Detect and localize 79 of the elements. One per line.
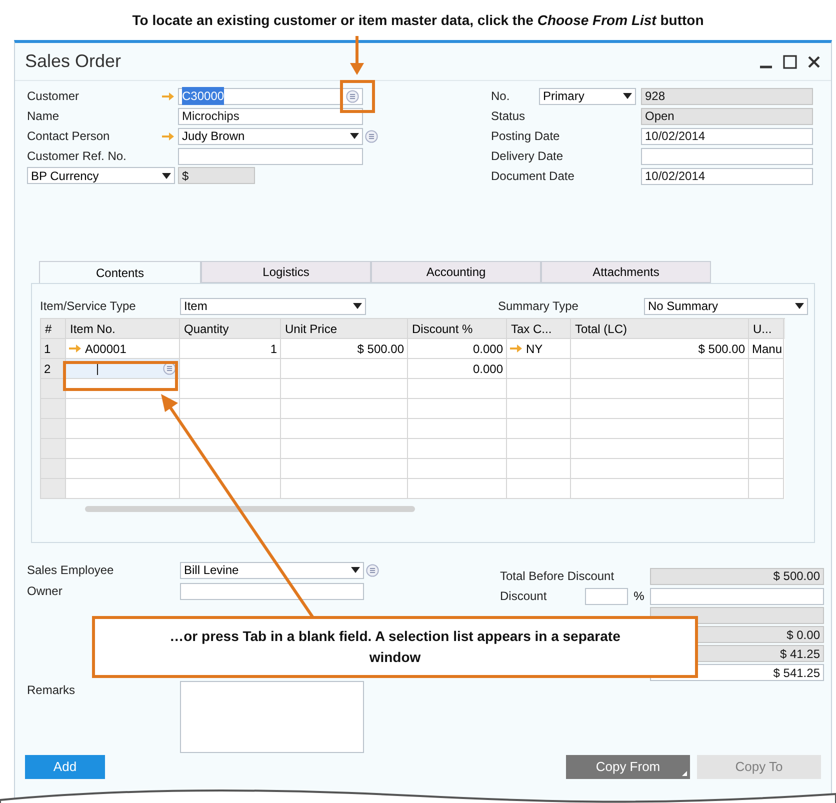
link-arrow-icon[interactable]: [162, 132, 174, 140]
table-cell: 1: [180, 339, 281, 359]
column-header[interactable]: Quantity: [180, 319, 281, 339]
customer-ref-field[interactable]: [178, 148, 363, 164]
window-title: Sales Order: [25, 50, 122, 73]
scrollbar[interactable]: [85, 506, 415, 512]
date-field[interactable]: 10/02/2014: [641, 168, 813, 184]
discount-field[interactable]: [650, 588, 824, 604]
tax-code-cell: NY: [507, 339, 571, 359]
choose-from-list-icon[interactable]: [366, 564, 379, 576]
field-label: Sales Employee: [27, 562, 115, 579]
sales-employee-dropdown[interactable]: Bill Levine: [180, 562, 364, 578]
action-button[interactable]: Copy From: [566, 755, 690, 779]
caret-icon: [353, 303, 362, 309]
table-cell: 1: [41, 339, 66, 359]
name-field[interactable]: Microchips: [178, 108, 363, 124]
link-arrow-icon[interactable]: [69, 344, 81, 353]
column-header[interactable]: U...: [749, 319, 784, 339]
field-label: Delivery Date: [491, 148, 564, 165]
field-label: Owner: [27, 583, 64, 600]
link-arrow-icon[interactable]: [162, 92, 174, 100]
customer-field[interactable]: C30000: [178, 88, 363, 104]
table-cell: Manu: [749, 339, 784, 359]
text-cursor: [97, 362, 98, 375]
field-label: Contact Person: [27, 128, 111, 145]
field-label: Document Date: [491, 168, 576, 185]
table-cell: 0.000: [408, 339, 507, 359]
tab[interactable]: Contents: [39, 261, 201, 283]
tab[interactable]: Attachments: [541, 261, 711, 283]
highlight-frame: [340, 80, 375, 113]
field-label: Total Before Discount: [500, 568, 616, 585]
caret-icon: [350, 133, 359, 139]
field-label: Summary Type: [498, 298, 580, 315]
choose-from-list-icon[interactable]: [346, 90, 359, 102]
field-label: Name: [27, 108, 60, 125]
tab[interactable]: Logistics: [201, 261, 371, 283]
contact-dropdown[interactable]: Judy Brown: [178, 128, 363, 144]
close-icon[interactable]: [807, 54, 821, 68]
caret-icon: [623, 93, 632, 99]
caret-icon: [795, 303, 804, 309]
currency-field[interactable]: $: [178, 167, 255, 184]
total-field[interactable]: $ 500.00: [650, 568, 824, 584]
column-header[interactable]: Item No.: [66, 319, 180, 339]
caret-icon: [351, 567, 360, 573]
column-header[interactable]: Total (LC): [571, 319, 749, 339]
status-field[interactable]: Open: [641, 108, 813, 124]
instruction-text: To locate an existing customer or item master data, click the Choose From List button: [132, 10, 704, 30]
owner-field[interactable]: [180, 582, 364, 600]
field-label: No.: [491, 88, 511, 105]
column-header[interactable]: Discount %: [408, 319, 507, 339]
link-arrow-icon[interactable]: [510, 344, 522, 353]
field-label: Discount: [500, 588, 548, 605]
table-cell: $ 500.00: [571, 339, 749, 359]
field-label: Item/Service Type: [40, 298, 137, 315]
table-cell: $ 500.00: [281, 339, 408, 359]
discount-percent-field[interactable]: [585, 588, 628, 604]
corner-triangle-icon: [682, 771, 687, 776]
date-field[interactable]: [641, 148, 813, 164]
field-label: Customer Ref. No.: [27, 148, 128, 165]
maximize-icon[interactable]: [783, 54, 797, 68]
field-label: Status: [491, 108, 526, 125]
caret-icon: [162, 172, 171, 178]
date-field[interactable]: 10/02/2014: [641, 128, 813, 144]
percent-sign: %: [632, 588, 646, 605]
remarks-field[interactable]: [180, 681, 364, 753]
currency-type-dropdown[interactable]: BP Currency: [27, 167, 175, 184]
field-label: Remarks: [27, 682, 76, 699]
column-header[interactable]: Unit Price: [281, 319, 408, 339]
callout-text: …or press Tab in a blank field. A selection list appears in a separate window: [168, 627, 622, 667]
choose-from-list-icon[interactable]: [365, 130, 378, 142]
column-header[interactable]: Tax C...: [507, 319, 571, 339]
number-field[interactable]: 928: [641, 88, 813, 104]
series-dropdown[interactable]: Primary: [539, 88, 636, 104]
summary-type-dropdown[interactable]: No Summary: [644, 298, 808, 314]
item-type-dropdown[interactable]: Item: [180, 298, 366, 314]
pointer-arrow: [349, 36, 365, 76]
field-label: Customer: [27, 88, 80, 105]
field-label: Posting Date: [491, 128, 561, 145]
tab[interactable]: Accounting: [371, 261, 541, 283]
